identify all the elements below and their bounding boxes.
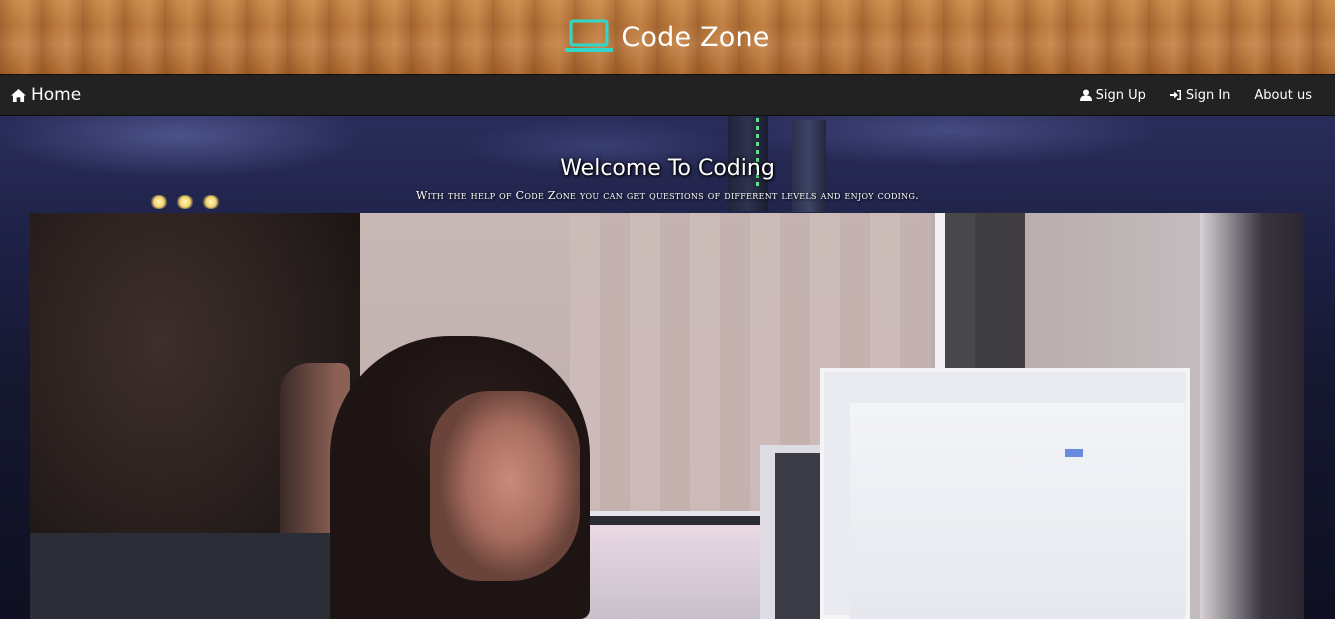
brand[interactable]: Code Zone (565, 19, 769, 55)
user-icon (1079, 89, 1092, 101)
photo-back-monitor-screen (572, 525, 762, 619)
nav-about-us-label: About us (1254, 87, 1312, 103)
hero-photo (30, 213, 1304, 619)
navbar: Home Sign Up Sign In About us (0, 74, 1335, 116)
nav-home-link[interactable]: Home (11, 75, 81, 115)
photo-screen-button (1065, 449, 1083, 457)
hero-subtitle: With the help of Code Zone you can get q… (416, 189, 919, 202)
site-header: Code Zone (0, 0, 1335, 74)
photo-person-center-face (430, 391, 580, 581)
nav-sign-in-link[interactable]: Sign In (1158, 75, 1243, 115)
nav-right-menu: Sign Up Sign In About us (1068, 75, 1335, 115)
brand-name: Code Zone (621, 21, 770, 53)
nav-sign-in-label: Sign In (1185, 87, 1231, 103)
nav-sign-up-link[interactable]: Sign Up (1068, 75, 1158, 115)
hero-title: Welcome To Coding (560, 156, 775, 181)
photo-person-left-shoulder (30, 533, 330, 619)
photo-right-background (1200, 213, 1304, 619)
photo-front-monitor-screen (850, 403, 1185, 619)
home-icon (11, 88, 26, 102)
photo-monitor-side-dark (775, 453, 825, 619)
sign-in-icon (1169, 90, 1181, 100)
photo-dark-panel (945, 213, 1025, 388)
laptop-icon (565, 19, 614, 52)
nav-sign-up-label: Sign Up (1095, 87, 1146, 103)
nav-about-us-link[interactable]: About us (1242, 75, 1335, 115)
nav-home-label: Home (31, 85, 82, 105)
